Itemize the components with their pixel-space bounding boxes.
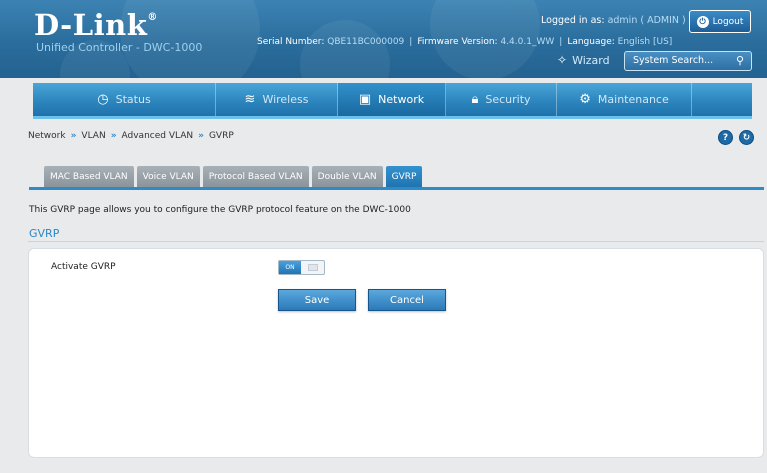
search-input[interactable]: System Search... ⚲ <box>624 51 752 71</box>
activate-gvrp-label: Activate GVRP <box>51 262 116 272</box>
tab-gvrp[interactable]: GVRP <box>385 166 423 187</box>
section-divider <box>28 241 764 242</box>
nav-label: Network <box>378 93 425 106</box>
breadcrumb-item[interactable]: Advanced VLAN <box>122 131 194 141</box>
logout-label: Logout <box>712 16 744 27</box>
tab-protocol-based-vlan[interactable]: Protocol Based VLAN <box>202 166 309 187</box>
wand-icon: ✧ <box>557 53 568 67</box>
tab-bar: MAC Based VLAN Voice VLAN Protocol Based… <box>44 166 423 187</box>
breadcrumb-current: GVRP <box>208 131 234 141</box>
gauge-icon: ◷ <box>97 92 109 107</box>
login-label: Logged in as: <box>541 15 605 26</box>
wizard-label: Wizard <box>572 53 610 67</box>
device-info: Serial Number: QBE11BC000009 | Firmware Ve… <box>257 37 672 47</box>
breadcrumb-separator: » <box>110 131 117 141</box>
tab-underline <box>29 187 764 190</box>
app-window: D-Link® Unified Controller - DWC-1000 Lo… <box>0 0 767 473</box>
language-label: Language: <box>567 37 615 47</box>
gears-icon: ⚙ <box>579 92 591 107</box>
nav-maintenance[interactable]: ⚙ Maintenance <box>557 83 692 116</box>
header-decoration <box>300 20 390 78</box>
save-button[interactable]: Save <box>278 289 356 311</box>
toggle-on-label: ON <box>279 261 301 274</box>
logout-button[interactable]: ⏻ Logout <box>689 10 751 33</box>
tab-voice-vlan[interactable]: Voice VLAN <box>136 166 200 187</box>
section-title: GVRP <box>29 227 60 240</box>
breadcrumb-separator: » <box>70 131 77 141</box>
cancel-button[interactable]: Cancel <box>368 289 446 311</box>
info-separator: | <box>409 37 413 47</box>
help-icon[interactable]: ? <box>718 130 733 145</box>
language-value[interactable]: English [US] <box>618 37 673 47</box>
nav-status[interactable]: ◷ Status <box>33 83 216 116</box>
wifi-icon: ≋ <box>244 92 256 107</box>
breadcrumb: Network » VLAN » Advanced VLAN » GVRP <box>28 131 234 141</box>
lock-icon: 🔒︎ <box>471 92 479 107</box>
main-nav: ◷ Status ≋ Wireless ▣ Network 🔒︎ Securit… <box>33 83 752 119</box>
serial-label: Serial Number: <box>257 37 325 47</box>
search-icon[interactable]: ⚲ <box>736 52 744 70</box>
nav-security[interactable]: 🔒︎ Security <box>446 83 557 116</box>
nav-label: Status <box>115 93 151 106</box>
firmware-label: Firmware Version: <box>417 37 498 47</box>
monitor-icon: ▣ <box>358 92 372 107</box>
toggle-knob <box>301 261 324 274</box>
nav-network[interactable]: ▣ Network <box>338 83 446 116</box>
nav-label: Wireless <box>262 93 309 106</box>
breadcrumb-separator: » <box>198 131 204 141</box>
product-subtitle: Unified Controller - DWC-1000 <box>36 41 203 54</box>
firmware-value: 4.4.0.1_WW <box>500 37 555 47</box>
brand-name: D-Link <box>34 8 148 42</box>
breadcrumb-item[interactable]: VLAN <box>81 131 105 141</box>
settings-panel <box>28 248 764 458</box>
login-user: admin ( ADMIN ) <box>607 15 686 26</box>
nav-wireless[interactable]: ≋ Wireless <box>216 83 338 116</box>
wizard-link[interactable]: ✧ Wizard <box>557 53 610 67</box>
serial-value: QBE11BC000009 <box>327 37 405 47</box>
brand-logo: D-Link® <box>34 8 158 42</box>
login-status: Logged in as: admin ( ADMIN ) <box>541 15 686 26</box>
activate-gvrp-toggle[interactable]: ON <box>278 260 325 275</box>
refresh-icon[interactable]: ↻ <box>739 130 754 145</box>
tab-mac-based-vlan[interactable]: MAC Based VLAN <box>44 166 134 187</box>
nav-label: Security <box>485 93 531 106</box>
page-description: This GVRP page allows you to configure t… <box>29 205 411 215</box>
registered-mark: ® <box>147 12 158 23</box>
toggle-grip <box>307 264 318 271</box>
header: D-Link® Unified Controller - DWC-1000 Lo… <box>0 0 767 78</box>
info-separator: | <box>559 37 563 47</box>
tab-double-vlan[interactable]: Double VLAN <box>311 166 383 187</box>
power-icon: ⏻ <box>696 15 709 28</box>
nav-label: Maintenance <box>597 93 669 106</box>
breadcrumb-item[interactable]: Network <box>28 131 66 141</box>
search-placeholder: System Search... <box>633 55 714 66</box>
